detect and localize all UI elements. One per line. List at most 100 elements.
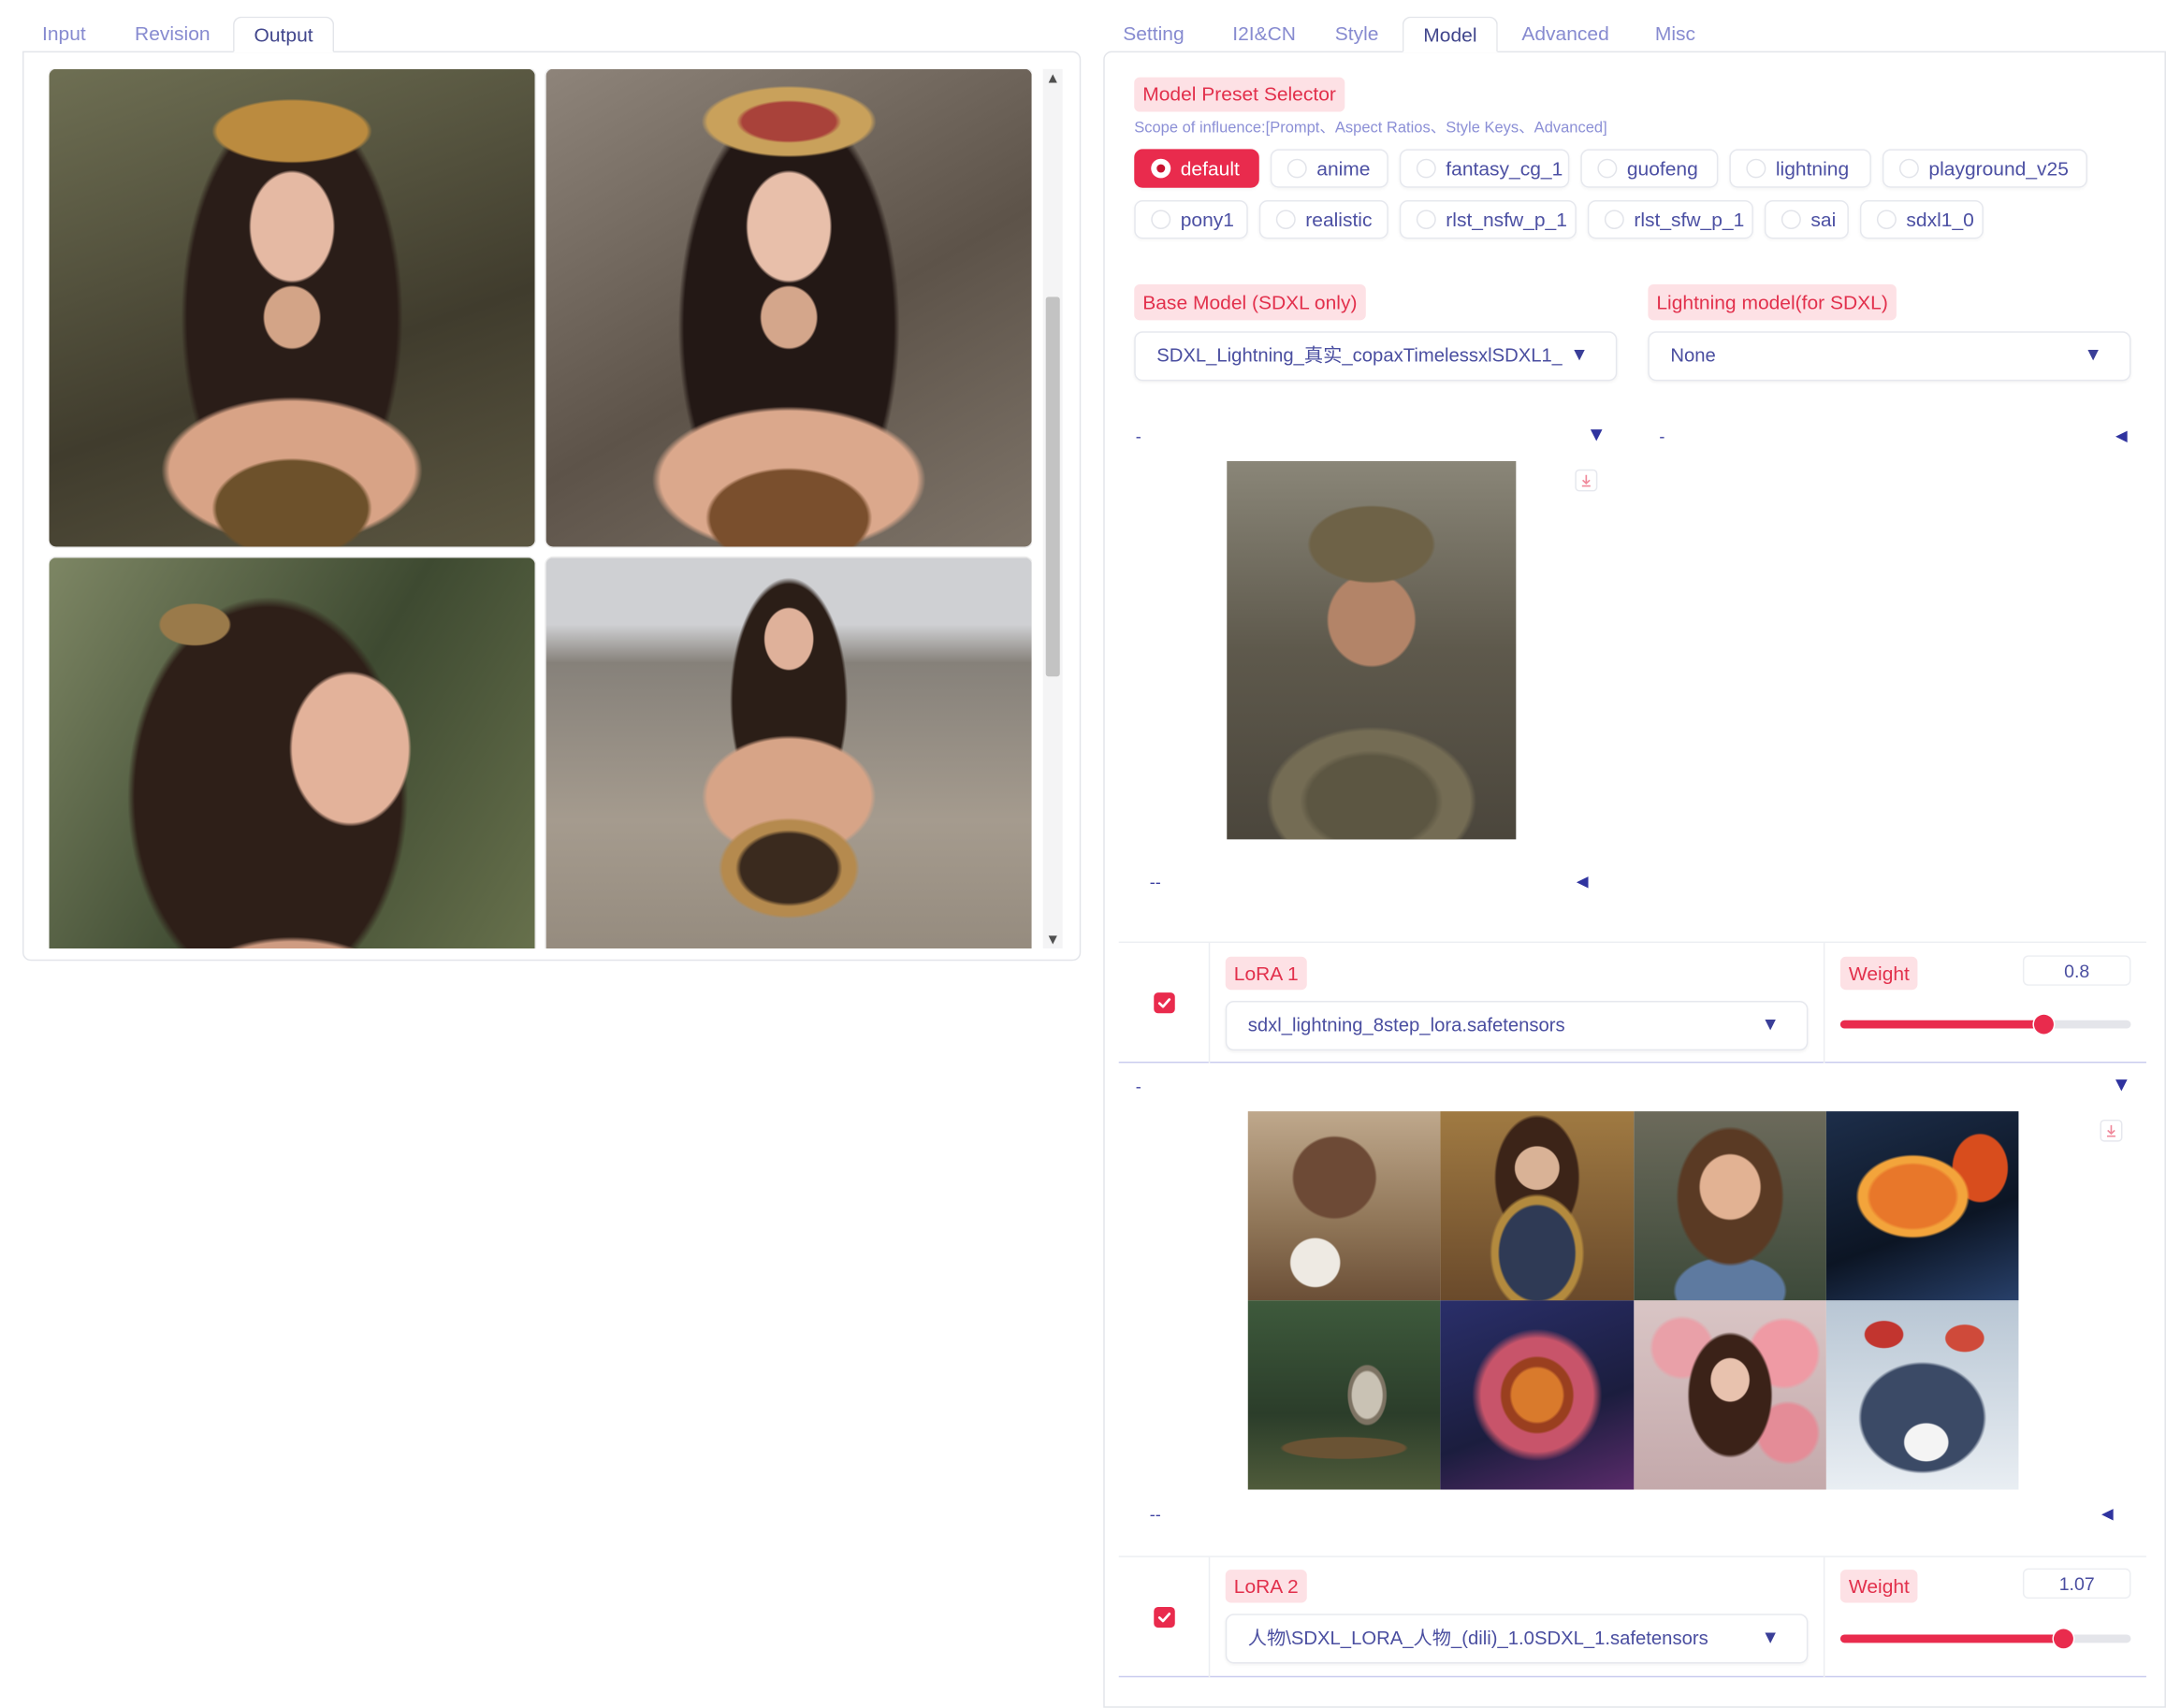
preset-option-label: sdxl1_0: [1906, 208, 1974, 231]
preset-option-rlst-sfw-p-1[interactable]: rlst_sfw_p_1: [1587, 200, 1753, 239]
chevron-down-icon: ▼: [1765, 1017, 1776, 1033]
preview-tile: [1825, 1300, 2019, 1490]
radio-circle-icon: [1151, 210, 1171, 229]
preview-tile: [1440, 1111, 1634, 1301]
check-icon: [1157, 998, 1171, 1008]
caret-left-icon[interactable]: ◀: [2101, 1505, 2114, 1523]
caret-left-icon[interactable]: ◀: [2115, 427, 2128, 444]
check-icon: [1157, 1612, 1171, 1623]
preset-radio-group: default anime fantasy_cg_1 guofeng light…: [1134, 149, 2116, 239]
tab-revision[interactable]: Revision: [115, 17, 230, 52]
preset-option-sai[interactable]: sai: [1764, 200, 1849, 239]
lightning-preview-top-marker: -: [1659, 427, 1665, 446]
tab-model[interactable]: Model: [1402, 16, 1499, 53]
tab-setting[interactable]: Setting: [1103, 17, 1203, 52]
caret-left-icon[interactable]: ◀: [1577, 873, 1589, 890]
preset-scope-text: Scope of influence:[Prompt、Aspect Ratios…: [1134, 120, 1607, 138]
column-divider: [1208, 1556, 1211, 1678]
lora-2-weight-label: Weight: [1839, 1570, 1918, 1603]
column-divider: [1823, 943, 1825, 1064]
chevron-down-icon: ▼: [1765, 1630, 1776, 1646]
column-divider: [1208, 943, 1211, 1064]
app-root: Input Revision Output ▲ ▼ Setting I2I&CN…: [0, 0, 2166, 1708]
slider-thumb[interactable]: [2033, 1014, 2054, 1035]
preview-tile: [1247, 1300, 1441, 1490]
lora-1-weight-label: Weight: [1839, 956, 1918, 991]
preset-option-rlst-nsfw-p-1[interactable]: rlst_nsfw_p_1: [1399, 200, 1577, 239]
radio-circle-icon: [1151, 158, 1171, 179]
caret-down-icon[interactable]: ▼: [1591, 426, 1603, 443]
base-model-preview-image: [1227, 460, 1517, 840]
preset-option-guofeng[interactable]: guofeng: [1580, 149, 1719, 188]
tab-i2i-cn[interactable]: I2I&CN: [1213, 17, 1316, 52]
scroll-up-arrow-icon[interactable]: ▲: [1043, 72, 1063, 84]
base-model-label: Base Model (SDXL only): [1134, 284, 1366, 321]
preset-option-label: fantasy_cg_1: [1446, 157, 1563, 180]
preset-option-label: rlst_sfw_p_1: [1634, 208, 1745, 231]
lora-2-enable-checkbox[interactable]: [1154, 1606, 1175, 1628]
column-divider: [1823, 1556, 1825, 1678]
preset-option-pony1[interactable]: pony1: [1134, 200, 1248, 239]
lora-2-label: LoRA 2: [1225, 1570, 1307, 1603]
lora-1-dropdown[interactable]: sdxl_lightning_8step_lora.safetensors ▼: [1225, 1001, 1809, 1051]
tab-output[interactable]: Output: [233, 16, 335, 53]
gallery-image-2[interactable]: [545, 68, 1032, 547]
preset-option-label: anime: [1316, 157, 1371, 180]
base-preview-bottom-marker: --: [1149, 872, 1161, 892]
preview-tile: [1633, 1300, 1826, 1490]
lora-1-weight-input[interactable]: [2022, 955, 2131, 986]
gallery-scrollbar[interactable]: ▲ ▼: [1042, 68, 1063, 948]
preset-option-label: guofeng: [1626, 157, 1698, 180]
preview-tile: [1825, 1111, 2019, 1301]
lora-2-dropdown[interactable]: 人物\SDXL_LORA_人物_(dili)_1.0SDXL_1.safeten…: [1225, 1614, 1809, 1664]
lora-preview-image: [1247, 1111, 2019, 1490]
preset-option-realistic[interactable]: realistic: [1258, 200, 1388, 239]
gallery-image-1[interactable]: [49, 68, 535, 547]
preset-option-label: pony1: [1180, 208, 1234, 231]
base-model-value: SDXL_Lightning_真实_copaxTimelessxlSDXL1_: [1156, 344, 1563, 367]
lora-2-weight-input[interactable]: [2022, 1568, 2131, 1599]
preset-option-sdxl1-0[interactable]: sdxl1_0: [1859, 200, 1984, 239]
caret-down-icon[interactable]: ▼: [2115, 1076, 2128, 1093]
radio-circle-icon: [1416, 210, 1436, 229]
preset-option-playground-v25[interactable]: playground_v25: [1882, 149, 2087, 188]
tab-style[interactable]: Style: [1316, 17, 1399, 52]
preset-option-fantasy-cg-1[interactable]: fantasy_cg_1: [1399, 149, 1570, 188]
preset-option-default[interactable]: default: [1134, 149, 1259, 188]
lora-1-weight-slider[interactable]: [1839, 1014, 2131, 1035]
preset-option-label: lightning: [1775, 157, 1850, 180]
radio-circle-icon: [1898, 158, 1919, 179]
chevron-down-icon: ▼: [1574, 347, 1585, 364]
gallery-image-4[interactable]: [545, 557, 1032, 948]
preset-option-lightning[interactable]: lightning: [1729, 149, 1871, 188]
tab-input[interactable]: Input: [22, 17, 106, 52]
chevron-down-icon: ▼: [2087, 347, 2099, 364]
lora-2-value: 人物\SDXL_LORA_人物_(dili)_1.0SDXL_1.safeten…: [1247, 1628, 1708, 1649]
tab-advanced[interactable]: Advanced: [1502, 17, 1628, 52]
preset-option-label: playground_v25: [1928, 157, 2069, 180]
download-icon[interactable]: [2100, 1119, 2123, 1142]
radio-circle-icon: [1597, 158, 1618, 179]
lora-2-weight-slider[interactable]: [1839, 1628, 2131, 1649]
lora-row-1: LoRA 1 sdxl_lightning_8step_lora.safeten…: [1118, 941, 2146, 1064]
lora-1-value: sdxl_lightning_8step_lora.safetensors: [1247, 1014, 1565, 1035]
preset-option-anime[interactable]: anime: [1270, 149, 1388, 188]
scroll-down-arrow-icon[interactable]: ▼: [1043, 934, 1063, 946]
slider-fill: [1839, 1634, 2064, 1643]
base-model-dropdown[interactable]: SDXL_Lightning_真实_copaxTimelessxlSDXL1_ …: [1134, 331, 1618, 382]
radio-circle-icon: [1746, 158, 1766, 179]
radio-circle-icon: [1287, 158, 1307, 179]
preview-tile: [1633, 1111, 1826, 1301]
gallery-image-3[interactable]: [49, 557, 535, 948]
output-gallery: [49, 68, 1032, 948]
download-icon[interactable]: [1575, 469, 1598, 492]
lora-preview-top-marker: -: [1135, 1077, 1141, 1096]
preset-selector-label: Model Preset Selector: [1134, 77, 1345, 112]
lightning-model-dropdown[interactable]: None ▼: [1648, 331, 2131, 382]
tab-misc[interactable]: Misc: [1635, 17, 1715, 52]
preset-option-label: sai: [1810, 208, 1837, 231]
scrollbar-thumb[interactable]: [1045, 297, 1060, 677]
slider-thumb[interactable]: [2053, 1628, 2073, 1649]
lora-1-enable-checkbox[interactable]: [1154, 992, 1175, 1014]
base-preview-top-marker: -: [1135, 427, 1141, 446]
